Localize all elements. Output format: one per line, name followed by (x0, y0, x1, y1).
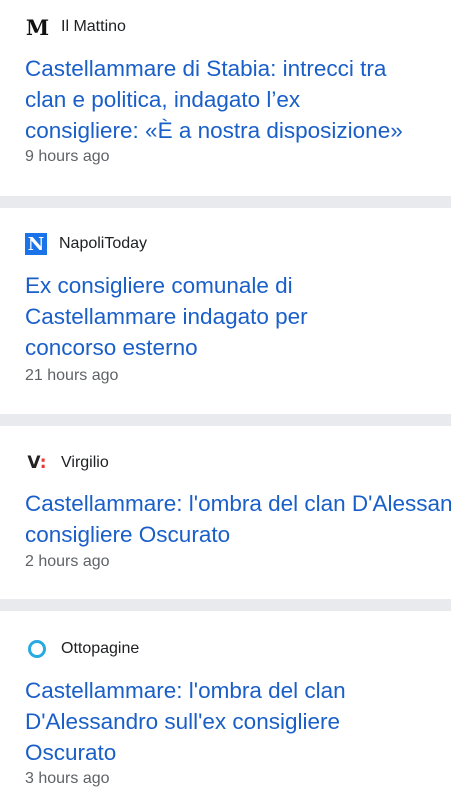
timestamp: 21 hours ago (25, 367, 119, 384)
timestamp: 2 hours ago (25, 553, 110, 570)
news-card[interactable]: N NapoliToday Ex consigliere comunale di… (0, 208, 451, 414)
napolitoday-logo-icon: N (25, 233, 47, 255)
card-separator (0, 599, 451, 611)
card-separator (0, 414, 451, 426)
source-row: N NapoliToday (25, 232, 147, 256)
source-name: Ottopagine (61, 640, 140, 657)
headline-line[interactable]: clan e politica, indagato l’ex (25, 84, 300, 115)
source-name: Virgilio (61, 454, 109, 471)
headline-line[interactable]: D'Alessandro sull'ex consigliere (25, 706, 340, 737)
news-card[interactable]: Ottopagine Castellammare: l'ombra del cl… (0, 611, 451, 799)
timestamp: 3 hours ago (25, 770, 110, 787)
headline-line[interactable]: Oscurato (25, 737, 116, 768)
ottopagine-ring-icon (28, 640, 46, 658)
news-card[interactable]: M Il Mattino Castellammare di Stabia: in… (0, 0, 451, 196)
virgilio-logo-icon: V: (27, 453, 47, 473)
headline-line[interactable]: consigliere Oscurato (25, 519, 230, 550)
headline-line[interactable]: Castellammare: l'ombra del clan (25, 675, 346, 706)
headline-line[interactable]: Castellammare di Stabia: intrecci tra (25, 53, 386, 84)
source-name: Il Mattino (61, 18, 126, 35)
il-mattino-logo-icon: M (25, 14, 49, 40)
card-separator (0, 196, 451, 208)
source-row: M Il Mattino (25, 14, 126, 40)
source-row: V: Virgilio (25, 451, 109, 475)
news-card[interactable]: V: Virgilio Castellammare: l'ombra del c… (0, 426, 451, 599)
source-name: NapoliToday (59, 235, 148, 252)
headline-line[interactable]: Castellammare indagato per (25, 301, 308, 332)
timestamp: 9 hours ago (25, 148, 110, 165)
headline-line[interactable]: consigliere: «È a nostra disposizione» (25, 115, 403, 146)
headline-line[interactable]: concorso esterno (25, 332, 198, 363)
headline-line[interactable]: Ex consigliere comunale di (25, 270, 293, 301)
headline-line[interactable]: Castellammare: l'ombra del clan D'Alessa… (25, 488, 451, 519)
source-row: Ottopagine (25, 637, 139, 661)
